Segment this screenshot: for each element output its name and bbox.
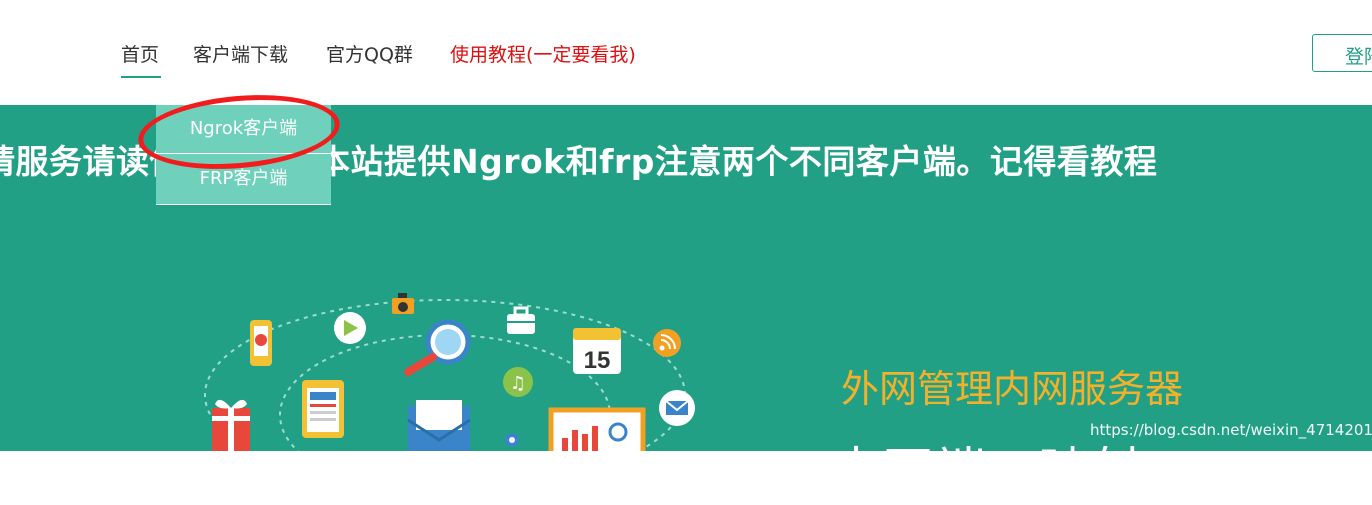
magnifier-icon <box>404 319 471 376</box>
envelope-icon <box>407 400 471 451</box>
phone-icon <box>250 320 272 366</box>
nav-active-underline <box>121 76 161 78</box>
login-button[interactable]: 登陆 <box>1312 34 1372 72</box>
nav-client-download[interactable]: 客户端下载 <box>193 40 288 67</box>
briefcase-icon <box>507 306 535 334</box>
chart-board-icon <box>548 407 646 451</box>
rss-icon <box>653 329 681 357</box>
calendar-icon: 15 <box>573 328 621 374</box>
svg-text:♫: ♫ <box>510 373 526 394</box>
play-icon <box>334 312 366 344</box>
calendar-day: 15 <box>584 347 611 374</box>
hero-big-text: 内网端口映射 <box>830 443 1143 503</box>
nav-qq-group[interactable]: 官方QQ群 <box>326 40 413 67</box>
dropdown-item-ngrok[interactable]: Ngrok客户端 <box>156 105 331 154</box>
hero-title: 外网管理内网服务器 <box>841 367 1184 411</box>
nav-tutorial[interactable]: 使用教程(一定要看我) <box>450 40 636 67</box>
csdn-watermark: https://blog.csdn.net/weixin_47142014 <box>1090 421 1372 439</box>
mail-icon <box>659 390 695 426</box>
dropdown-item-frp[interactable]: FRP客户端 <box>156 154 331 205</box>
nav-home[interactable]: 首页 <box>121 40 159 67</box>
network-illustration: 15 ♫ <box>204 293 695 451</box>
top-nav: 首页 客户端下载 官方QQ群 使用教程(一定要看我) 登陆 <box>0 0 1372 105</box>
camera-icon <box>392 293 414 314</box>
gift-icon <box>212 399 250 451</box>
client-download-dropdown: Ngrok客户端 FRP客户端 <box>156 105 331 205</box>
music-icon: ♫ <box>503 367 533 397</box>
webpage-icon <box>302 380 344 438</box>
location-pin-icon <box>505 433 519 447</box>
